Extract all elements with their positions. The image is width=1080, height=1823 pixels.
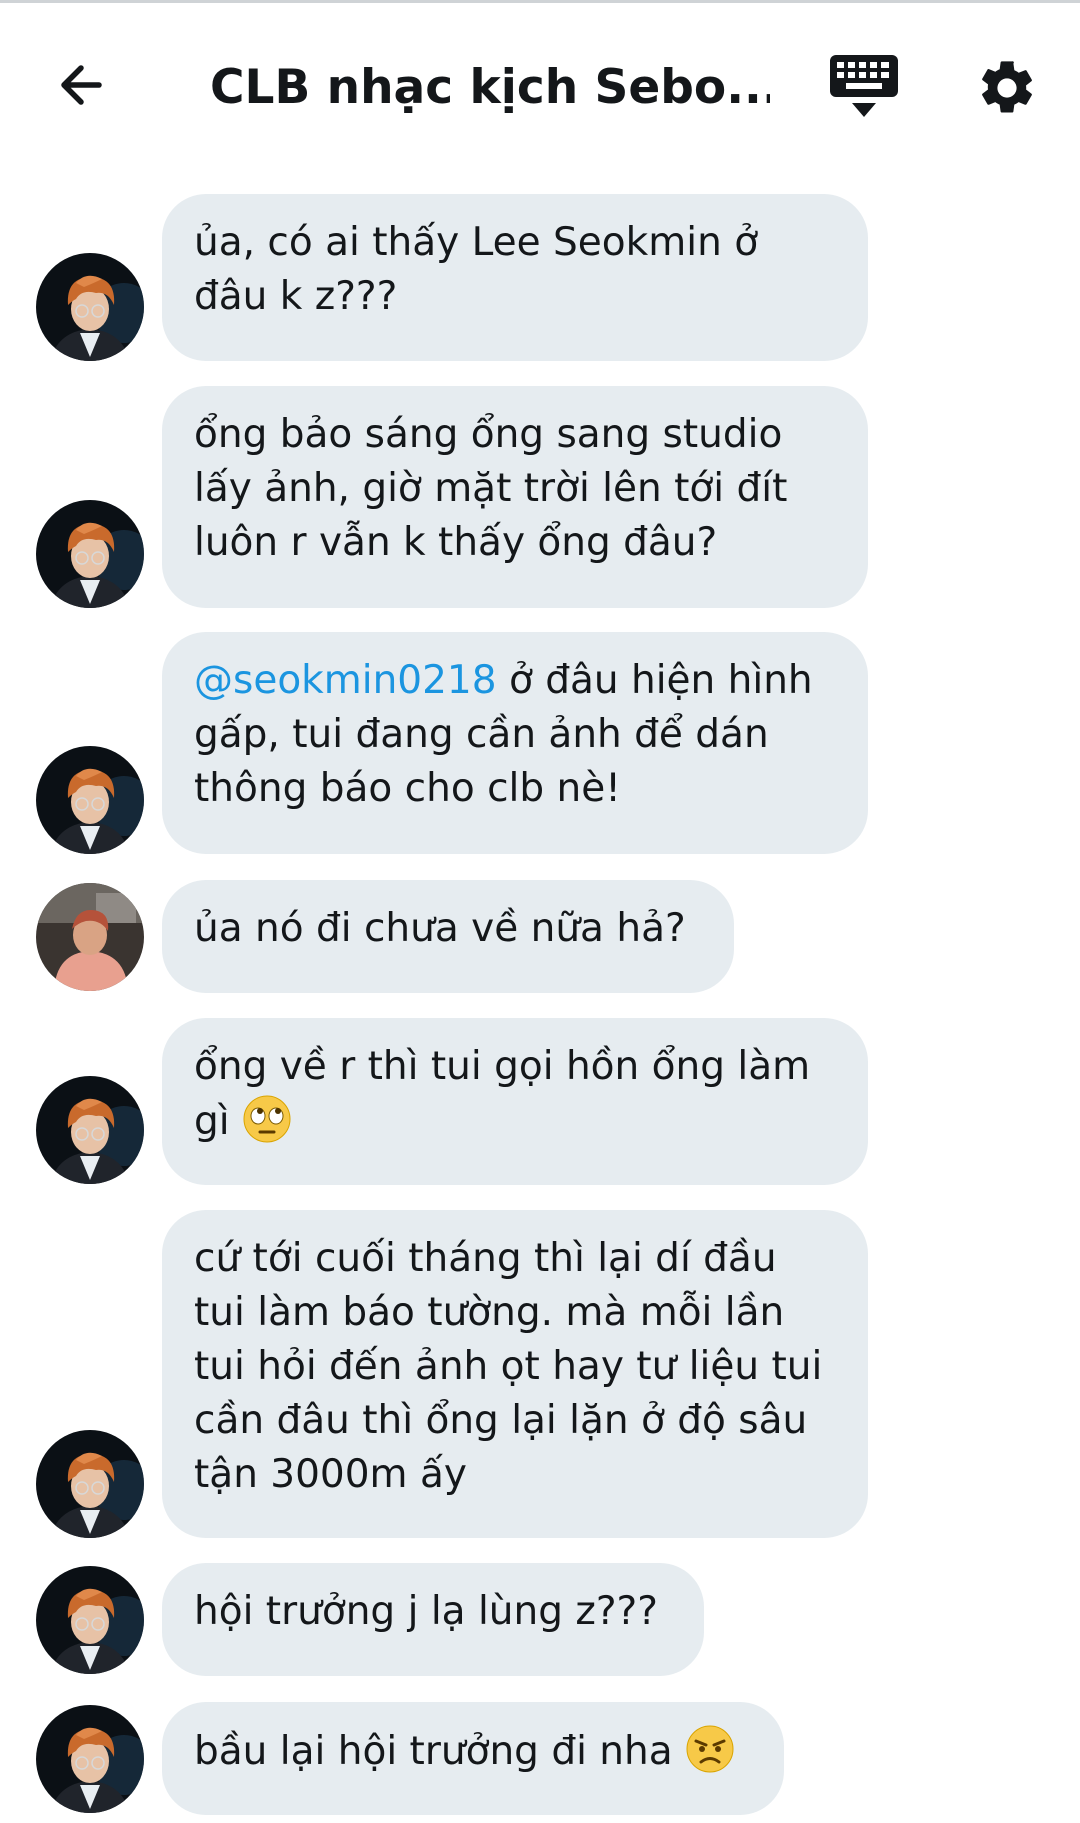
avatar-pink-shirt[interactable] xyxy=(36,883,144,991)
message-bubble[interactable]: ổng về r thì tui gọi hồn ổng làm gì xyxy=(162,1018,868,1185)
message-text: cứ tới cuối tháng thì lại dí đầu tui làm… xyxy=(194,1232,838,1502)
message-text: ổng về r thì tui gọi hồn ổng làm gì xyxy=(194,1040,838,1149)
message-text-content: ủa nó đi chưa về nữa hả? xyxy=(194,906,686,951)
avatar-orange-hair[interactable] xyxy=(36,746,144,854)
avatar-orange-hair[interactable] xyxy=(36,1566,144,1674)
message-bubble[interactable]: ủa nó đi chưa về nữa hả? xyxy=(162,880,734,993)
avatar-orange-hair[interactable] xyxy=(36,253,144,361)
message-bubble[interactable]: @seokmin0218 ở đâu hiện hình gấp, tui đa… xyxy=(162,632,868,854)
message-bubble[interactable]: bầu lại hội trưởng đi nha xyxy=(162,1702,784,1815)
message-bubble[interactable]: ổng bảo sáng ổng sang studio lấy ảnh, gi… xyxy=(162,386,868,608)
keyboard-icon xyxy=(830,55,898,117)
eye-roll-emoji xyxy=(242,1094,292,1144)
conversation-title[interactable]: CLB nhạc kịch Sebo... xyxy=(210,53,770,123)
message-text-content: ủa, có ai thấy Lee Seokmin ở đâu k z??? xyxy=(194,220,759,319)
gear-icon xyxy=(982,61,1032,113)
message-text-content: hội trưởng j lạ lùng z??? xyxy=(194,1589,658,1634)
message-text: ổng bảo sáng ổng sang studio lấy ảnh, gi… xyxy=(194,408,838,570)
message-text: @seokmin0218 ở đâu hiện hình gấp, tui đa… xyxy=(194,654,838,816)
back-button[interactable] xyxy=(55,55,115,115)
avatar-orange-hair[interactable] xyxy=(36,500,144,608)
message-text: hội trưởng j lạ lùng z??? xyxy=(194,1585,674,1639)
keyboard-shortcuts-button[interactable] xyxy=(828,53,900,123)
message-text: bầu lại hội trưởng đi nha xyxy=(194,1724,754,1779)
message-text-content: ổng bảo sáng ổng sang studio lấy ảnh, gi… xyxy=(194,412,788,565)
avatar-orange-hair[interactable] xyxy=(36,1076,144,1184)
settings-button[interactable] xyxy=(975,56,1039,120)
angry-emoji xyxy=(685,1724,735,1774)
user-mention-link[interactable]: @seokmin0218 xyxy=(194,658,497,703)
avatar-orange-hair[interactable] xyxy=(36,1705,144,1813)
message-bubble[interactable]: ủa, có ai thấy Lee Seokmin ở đâu k z??? xyxy=(162,194,868,361)
message-text-content: cứ tới cuối tháng thì lại dí đầu tui làm… xyxy=(194,1236,823,1497)
message-bubble[interactable]: cứ tới cuối tháng thì lại dí đầu tui làm… xyxy=(162,1210,868,1538)
chat-header: CLB nhạc kịch Sebo... xyxy=(0,3,1080,153)
message-bubble[interactable]: hội trưởng j lạ lùng z??? xyxy=(162,1563,704,1676)
arrow-left-icon xyxy=(61,65,102,105)
message-text: ủa nó đi chưa về nữa hả? xyxy=(194,902,704,956)
message-text: ủa, có ai thấy Lee Seokmin ở đâu k z??? xyxy=(194,216,838,324)
message-text-content: bầu lại hội trưởng đi nha xyxy=(194,1729,686,1774)
avatar-orange-hair[interactable] xyxy=(36,1430,144,1538)
